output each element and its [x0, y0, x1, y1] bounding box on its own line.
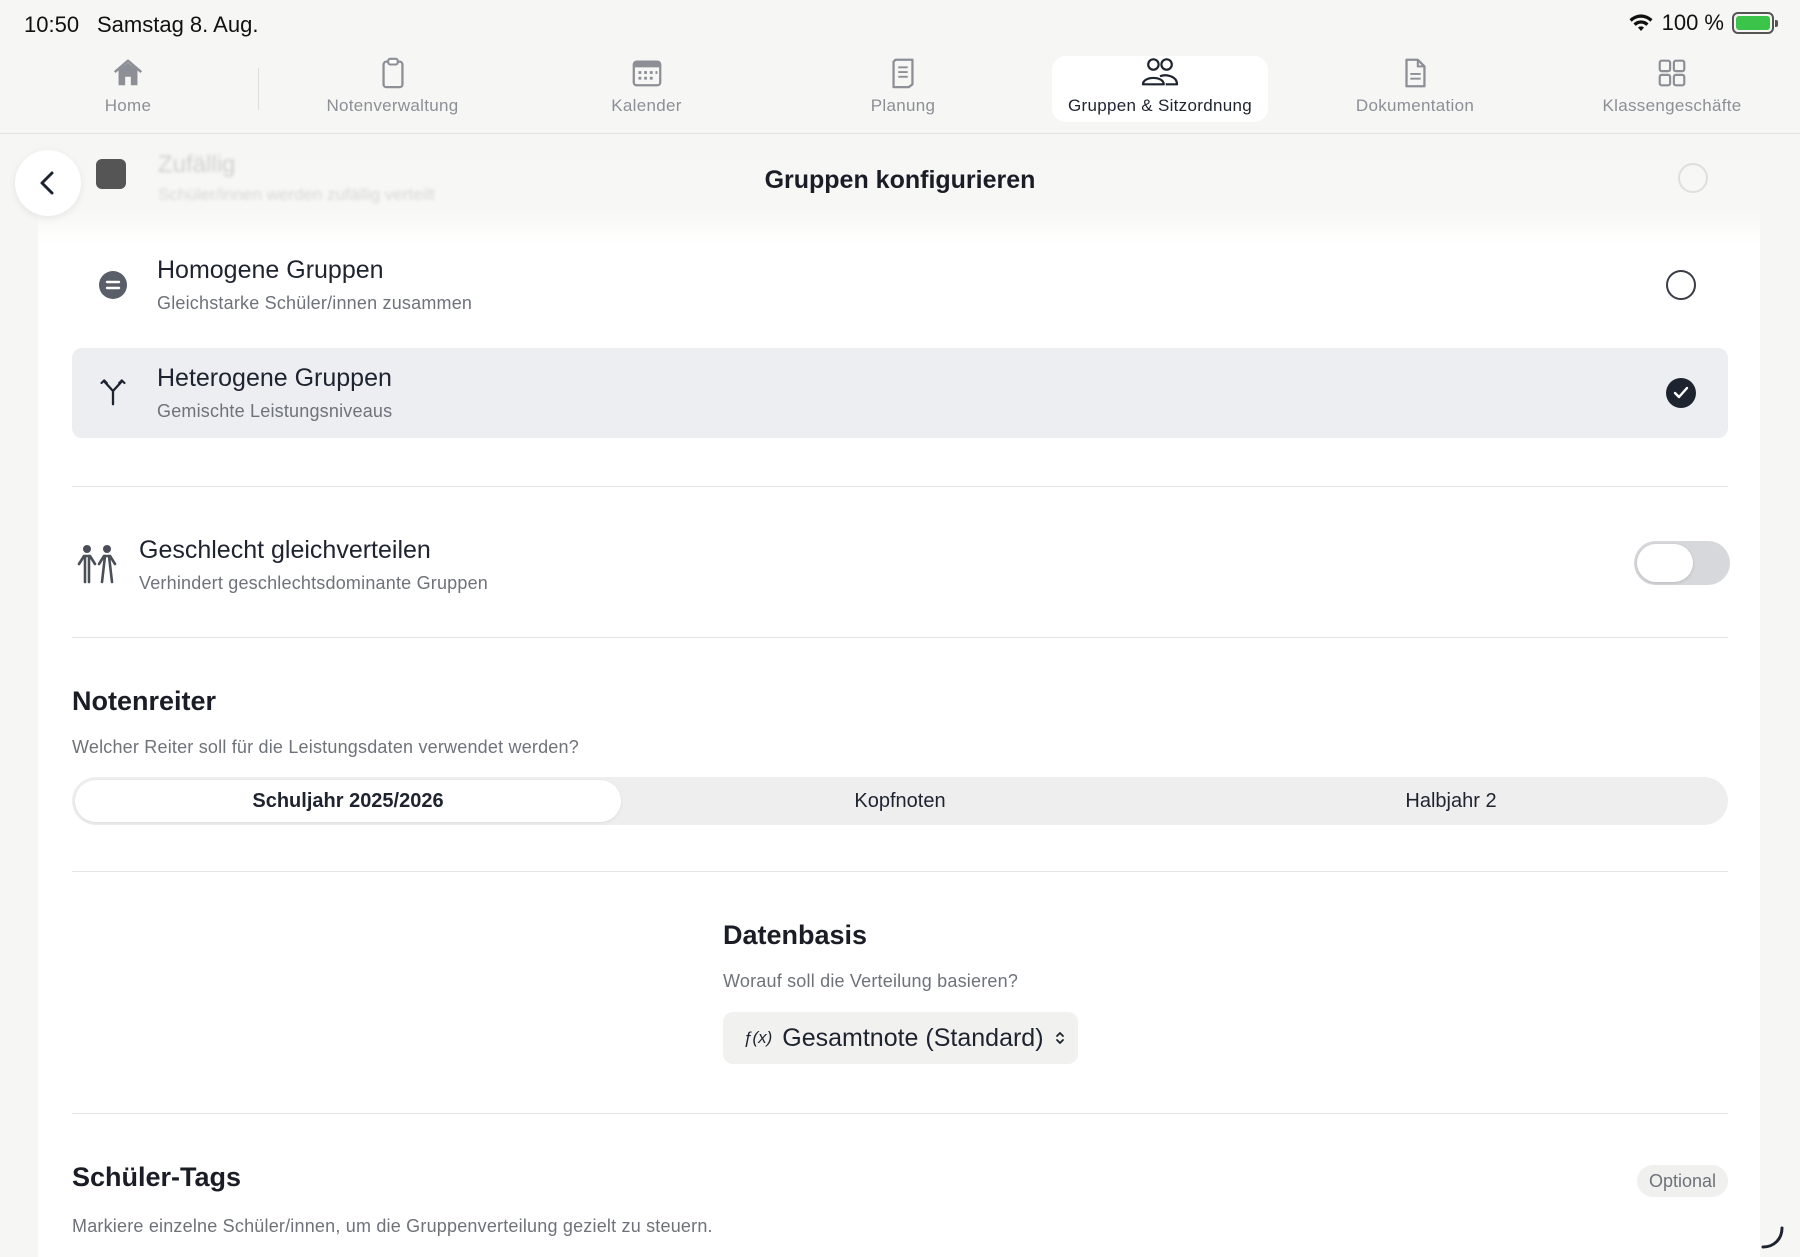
segment-kopfnoten[interactable]: Kopfnoten — [627, 780, 1173, 822]
divider — [72, 871, 1728, 872]
tab-home[interactable]: Home — [78, 56, 178, 122]
tab-bar: Home Notenverwaltung Kalender Planung Gr… — [0, 50, 1800, 134]
resize-handle-icon[interactable] — [1760, 1225, 1786, 1251]
divider — [72, 637, 1728, 638]
option-subtitle: Gemischte Leistungsniveaus — [157, 401, 393, 421]
datenbasis-picker[interactable]: ƒ(x) Gesamtnote (Standard) — [723, 1012, 1078, 1064]
gender-balance-row: Geschlecht gleichverteilen Verhindert ge… — [72, 532, 1730, 612]
notebook-icon — [892, 58, 914, 89]
status-bar: 10:50 Samstag 8. Aug. 100 % — [0, 0, 1800, 50]
tab-label: Planung — [870, 96, 936, 115]
tab-label: Dokumentation — [1355, 96, 1475, 115]
radio-heterogene[interactable] — [1666, 378, 1696, 408]
checkmark-icon — [1673, 386, 1689, 399]
grid-icon — [1658, 59, 1686, 87]
gender-subtitle: Verhindert geschlechtsdominante Gruppen — [139, 573, 489, 593]
tab-label: Kalender — [611, 96, 682, 115]
branch-icon — [100, 379, 126, 406]
notenreiter-title: Notenreiter — [72, 686, 217, 716]
schueler-tags-subtitle: Markiere einzelne Schüler/innen, um die … — [72, 1216, 713, 1236]
gender-toggle[interactable] — [1634, 541, 1730, 585]
gender-people-icon — [77, 545, 117, 584]
option-homogene-gruppen[interactable]: Homogene Gruppen Gleichstarke Schüler/in… — [72, 250, 1728, 320]
gender-title: Geschlecht gleichverteilen — [139, 536, 431, 564]
tab-klassengeschaefte[interactable]: Klassengeschäfte — [1593, 56, 1751, 122]
status-right: 100 % — [1628, 10, 1778, 36]
calendar-icon — [632, 60, 661, 87]
divider — [72, 486, 1728, 487]
notenreiter-subtitle: Welcher Reiter soll für die Leistungsdat… — [72, 737, 579, 757]
people-icon — [1141, 58, 1179, 86]
status-date: Samstag 8. Aug. — [97, 12, 259, 37]
clipboard-icon — [381, 57, 404, 89]
back-button[interactable] — [15, 150, 81, 216]
battery-percent: 100 % — [1661, 10, 1724, 35]
schueler-tags-title: Schüler-Tags — [72, 1162, 242, 1192]
tab-notenverwaltung[interactable]: Notenverwaltung — [310, 56, 475, 122]
status-time: 10:50 — [24, 12, 80, 37]
tab-gruppen-sitzordnung[interactable]: Gruppen & Sitzordnung — [1052, 56, 1268, 122]
radio-homogene[interactable] — [1666, 270, 1696, 300]
tab-planung[interactable]: Planung — [853, 56, 953, 122]
divider — [72, 1113, 1728, 1114]
tab-label: Home — [104, 96, 152, 115]
wifi-icon — [1629, 14, 1653, 31]
page-title: Gruppen konfigurieren — [764, 166, 1036, 194]
optional-badge: Optional — [1636, 1165, 1728, 1197]
equal-circle-icon — [99, 271, 127, 299]
picker-value: Gesamtnote (Standard) — [782, 1023, 1044, 1052]
tab-label: Gruppen & Sitzordnung — [1068, 96, 1252, 115]
datenbasis-title: Datenbasis — [723, 920, 868, 950]
option-subtitle: Gleichstarke Schüler/innen zusammen — [157, 293, 473, 313]
tab-kalender[interactable]: Kalender — [594, 56, 699, 122]
chevron-left-icon — [40, 171, 54, 195]
tab-label: Klassengeschäfte — [1602, 96, 1742, 115]
segment-schuljahr[interactable]: Schuljahr 2025/2026 — [75, 780, 621, 822]
home-icon — [113, 59, 143, 86]
tab-divider — [258, 68, 259, 110]
datenbasis-subtitle: Worauf soll die Verteilung basieren? — [723, 971, 1019, 991]
toggle-knob — [1637, 544, 1693, 582]
tab-dokumentation[interactable]: Dokumentation — [1348, 56, 1482, 122]
option-title: Homogene Gruppen — [157, 256, 384, 284]
tab-label: Notenverwaltung — [326, 96, 459, 115]
chevron-up-down-icon — [1055, 1032, 1064, 1044]
function-icon: ƒ(x) — [743, 1028, 773, 1047]
segment-halbjahr[interactable]: Halbjahr 2 — [1178, 780, 1724, 822]
notenreiter-segmented-control: Schuljahr 2025/2026 Kopfnoten Halbjahr 2 — [72, 777, 1728, 825]
battery-icon — [1732, 12, 1778, 34]
option-heterogene-gruppen[interactable]: Heterogene Gruppen Gemischte Leistungsni… — [72, 348, 1728, 438]
document-icon — [1405, 58, 1426, 88]
option-title: Heterogene Gruppen — [157, 364, 392, 392]
